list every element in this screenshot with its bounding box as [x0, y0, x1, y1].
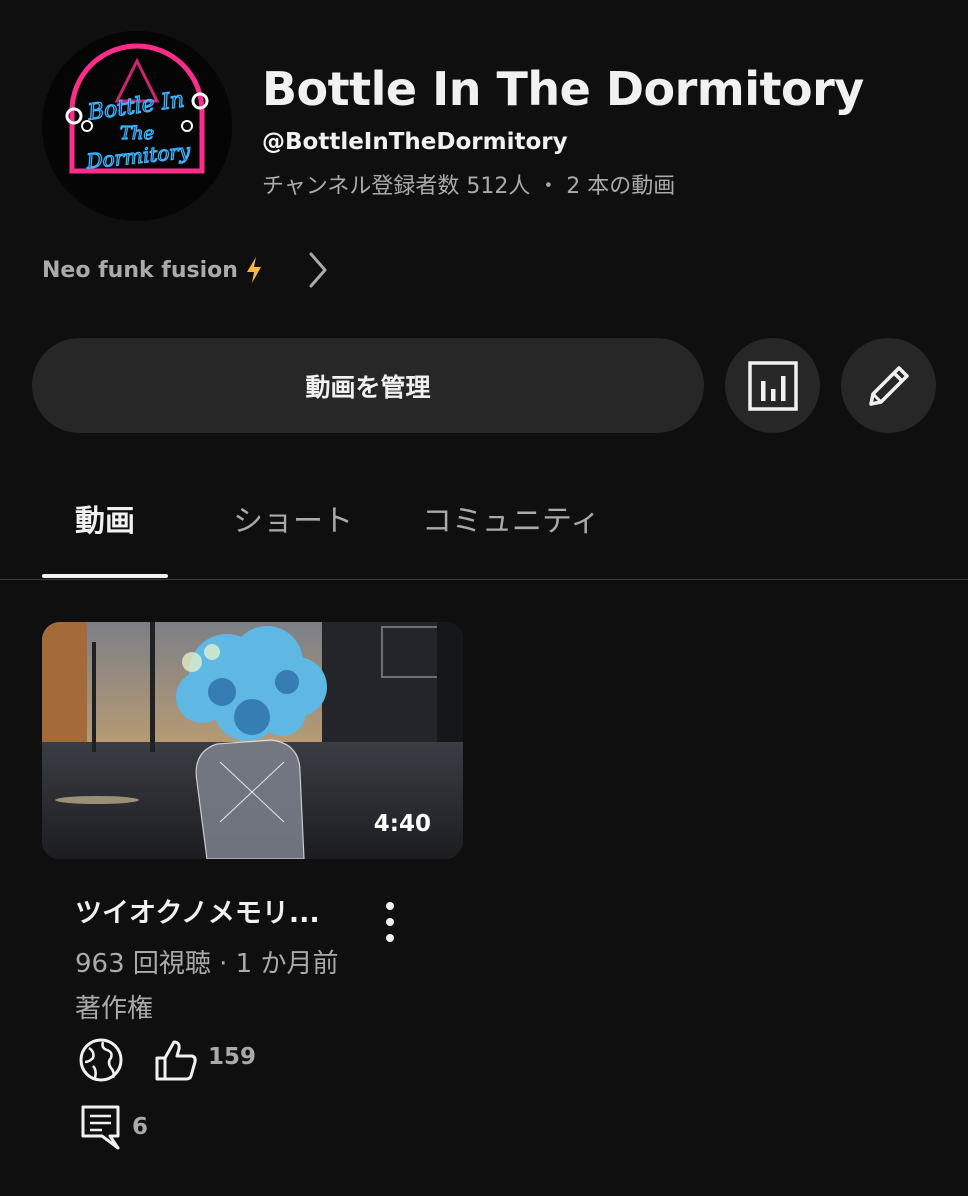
- tabs-divider: [0, 579, 968, 580]
- channel-title: Bottle In The Dormitory: [262, 62, 864, 116]
- bar-chart-icon: [747, 360, 798, 411]
- comment-count: 6: [132, 1114, 149, 1140]
- comment-icon[interactable]: [80, 1104, 122, 1152]
- globe-icon: [79, 1038, 123, 1082]
- channel-stats: チャンネル登録者数 512人 ・ 2 本の動画: [262, 174, 676, 199]
- pencil-icon: [868, 365, 909, 406]
- video-title[interactable]: ツイオクノメモリ...: [75, 891, 320, 930]
- channel-description[interactable]: Neo funk fusion: [42, 250, 330, 290]
- copyright-status[interactable]: 著作権: [75, 988, 153, 1025]
- tab-community[interactable]: コミュニティ: [422, 496, 600, 540]
- like-count: 159: [208, 1044, 257, 1070]
- chevron-right-icon: [309, 252, 327, 288]
- video-meta: 963 回視聴 · 1 か月前: [75, 949, 339, 979]
- video-duration: 4:40: [373, 811, 431, 837]
- channel-avatar[interactable]: Bottle In The Dormitory: [42, 31, 232, 221]
- selected-tab-indicator: [42, 574, 168, 578]
- video-thumbnail[interactable]: 4:40: [42, 622, 463, 859]
- tab-videos[interactable]: 動画: [75, 496, 135, 540]
- vertical-dots-icon[interactable]: [370, 898, 410, 946]
- thumbs-up-icon[interactable]: [154, 1038, 198, 1082]
- lightning-bolt-icon: [246, 257, 261, 283]
- logo-line-2: The: [120, 123, 154, 144]
- channel-handle: @BottleInTheDormitory: [262, 129, 568, 155]
- tab-shorts[interactable]: ショート: [233, 496, 353, 540]
- description-text: Neo funk fusion: [42, 257, 238, 283]
- analytics-button[interactable]: [725, 338, 820, 433]
- edit-button[interactable]: [841, 338, 936, 433]
- manage-videos-button[interactable]: 動画を管理: [32, 338, 704, 433]
